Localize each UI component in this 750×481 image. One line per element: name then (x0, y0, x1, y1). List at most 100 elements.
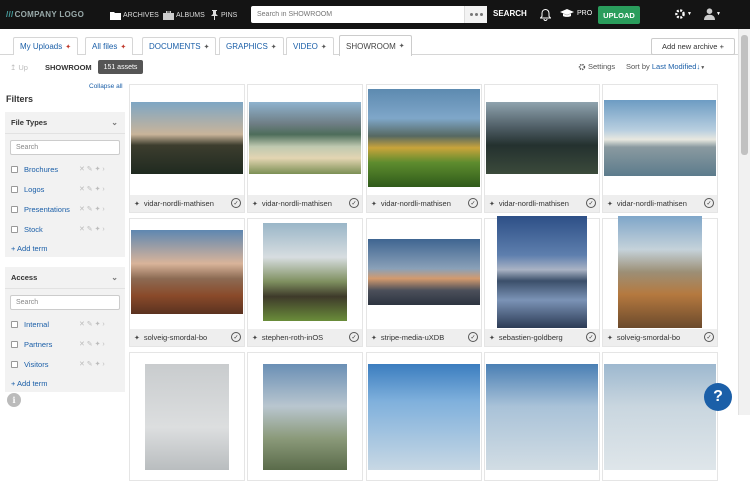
bell-icon[interactable] (539, 8, 552, 23)
asset-card[interactable] (366, 352, 482, 481)
asset-card[interactable] (602, 352, 718, 481)
asset-card[interactable]: ✦ stephen-roth-inOS ✓ (247, 218, 363, 347)
term-actions[interactable]: ✕ ✎ ✦ › (79, 225, 105, 233)
pin-icon[interactable]: ✦ (371, 334, 377, 342)
upload-button[interactable]: UPLOAD (598, 6, 640, 24)
asset-thumbnail[interactable] (248, 219, 362, 325)
asset-card[interactable]: ✦ sebastien-goldberg ✓ (484, 216, 600, 347)
add-archive-button[interactable]: Add new archive + (651, 38, 735, 55)
term-actions[interactable]: ✕ ✎ ✦ › (79, 205, 105, 213)
asset-thumbnail[interactable] (485, 85, 599, 191)
filter-search-input[interactable]: Search (10, 140, 120, 155)
asset-thumbnail[interactable] (603, 353, 717, 481)
select-check-icon[interactable]: ✓ (349, 198, 359, 208)
scrollbar-thumb[interactable] (741, 35, 748, 155)
asset-thumbnail[interactable] (367, 353, 481, 481)
panel-header[interactable]: File Types ⌄ (5, 112, 125, 134)
nav-archives[interactable]: ARCHIVES (110, 9, 159, 21)
search-options-icon[interactable] (464, 6, 487, 23)
term-checkbox[interactable] (11, 185, 18, 193)
nav-albums[interactable]: ALBUMS (163, 9, 205, 21)
term-actions[interactable]: ✕ ✎ ✦ › (79, 165, 105, 173)
select-check-icon[interactable]: ✓ (349, 332, 359, 342)
add-term-link[interactable]: + Add term (5, 239, 125, 257)
asset-card[interactable]: ✦ vidar-nordli-mathisen ✓ (366, 84, 482, 213)
asset-thumbnail[interactable] (367, 85, 481, 191)
asset-card[interactable]: ✦ vidar-nordli-mathisen ✓ (484, 84, 600, 213)
select-check-icon[interactable]: ✓ (704, 198, 714, 208)
tab-all-files[interactable]: All files ✦ (85, 37, 134, 55)
asset-thumbnail[interactable] (603, 216, 717, 328)
term-actions[interactable]: ✕ ✎ ✦ › (79, 360, 105, 368)
pin-icon[interactable]: ✦ (371, 200, 377, 208)
asset-card[interactable]: ✦ vidar-nordli-mathisen ✓ (129, 84, 245, 213)
tab-my-uploads[interactable]: My Uploads ✦ (13, 37, 79, 55)
filter-term[interactable]: Presentations ✕ ✎ ✦ › (5, 199, 125, 219)
chevron-down-icon[interactable]: ⌄ (111, 273, 118, 282)
select-check-icon[interactable]: ✓ (586, 198, 596, 208)
tab-showroom[interactable]: SHOWROOM ✦ (339, 35, 412, 56)
scrollbar[interactable] (738, 29, 750, 415)
select-check-icon[interactable]: ✓ (704, 332, 714, 342)
term-actions[interactable]: ✕ ✎ ✦ › (79, 340, 105, 348)
asset-card[interactable]: ✦ vidar-nordli-mathisen ✓ (247, 84, 363, 213)
asset-card[interactable] (484, 352, 600, 481)
filter-term[interactable]: Stock ✕ ✎ ✦ › (5, 219, 125, 239)
search-button[interactable]: SEARCH (493, 9, 527, 18)
filter-term[interactable]: Logos ✕ ✎ ✦ › (5, 179, 125, 199)
term-checkbox[interactable] (11, 225, 18, 233)
pin-icon[interactable]: ✦ (134, 200, 140, 208)
tab-video[interactable]: VIDEO ✦ (286, 37, 334, 55)
view-settings[interactable]: Settings (578, 62, 615, 71)
asset-thumbnail[interactable] (130, 353, 244, 481)
filter-term[interactable]: Brochures ✕ ✎ ✦ › (5, 159, 125, 179)
up-button[interactable]: ↥ Up (10, 63, 28, 72)
asset-card[interactable] (129, 352, 245, 481)
nav-pins[interactable]: PINS (210, 9, 237, 21)
asset-card[interactable]: ✦ stripe-media-uXDB ✓ (366, 218, 482, 347)
term-checkbox[interactable] (11, 340, 18, 348)
pin-icon[interactable]: ✦ (607, 200, 613, 208)
term-actions[interactable]: ✕ ✎ ✦ › (79, 320, 105, 328)
add-term-link[interactable]: + Add term (5, 374, 125, 392)
asset-card[interactable]: ✦ solveig-smordal-bo ✓ (129, 218, 245, 347)
term-checkbox[interactable] (11, 320, 18, 328)
company-logo[interactable]: ///COMPANY LOGO (6, 10, 84, 19)
term-actions[interactable]: ✕ ✎ ✦ › (79, 185, 105, 193)
asset-thumbnail[interactable] (485, 216, 599, 328)
pin-icon[interactable]: ✦ (607, 334, 613, 342)
select-check-icon[interactable]: ✓ (231, 198, 241, 208)
help-button[interactable]: ? (704, 383, 732, 411)
user-menu[interactable]: ▼ (704, 8, 721, 20)
term-checkbox[interactable] (11, 165, 18, 173)
select-check-icon[interactable]: ✓ (231, 332, 241, 342)
asset-card[interactable] (247, 352, 363, 481)
asset-thumbnail[interactable] (248, 85, 362, 191)
filter-term[interactable]: Internal ✕ ✎ ✦ › (5, 314, 125, 334)
asset-thumbnail[interactable] (130, 85, 244, 191)
settings-menu[interactable]: ▼ (674, 8, 692, 20)
tab-documents[interactable]: DOCUMENTS ✦ (142, 37, 217, 55)
select-check-icon[interactable]: ✓ (468, 332, 478, 342)
asset-card[interactable]: ✦ vidar-nordli-mathisen ✓ (602, 84, 718, 213)
filter-search-input[interactable]: Search (10, 295, 120, 310)
pin-icon[interactable]: ✦ (489, 200, 495, 208)
sort-control[interactable]: Sort by Last Modified↓▼ (626, 62, 705, 71)
tab-graphics[interactable]: GRAPHICS ✦ (219, 37, 284, 55)
term-checkbox[interactable] (11, 360, 18, 368)
pin-icon[interactable]: ✦ (252, 200, 258, 208)
asset-thumbnail[interactable] (485, 353, 599, 481)
pro-badge[interactable]: PRO (560, 9, 592, 18)
asset-thumbnail[interactable] (130, 219, 244, 325)
select-check-icon[interactable]: ✓ (586, 332, 596, 342)
asset-card[interactable]: ✦ solveig-smordal-bo ✓ (602, 216, 718, 347)
filter-term[interactable]: Partners ✕ ✎ ✦ › (5, 334, 125, 354)
info-button[interactable]: i (7, 393, 21, 407)
asset-thumbnail[interactable] (248, 353, 362, 481)
asset-thumbnail[interactable] (367, 219, 481, 325)
pin-icon[interactable]: ✦ (134, 334, 140, 342)
search-input[interactable] (251, 6, 461, 23)
chevron-down-icon[interactable]: ▼ (700, 65, 705, 71)
term-checkbox[interactable] (11, 205, 18, 213)
panel-header[interactable]: Access ⌄ (5, 267, 125, 289)
